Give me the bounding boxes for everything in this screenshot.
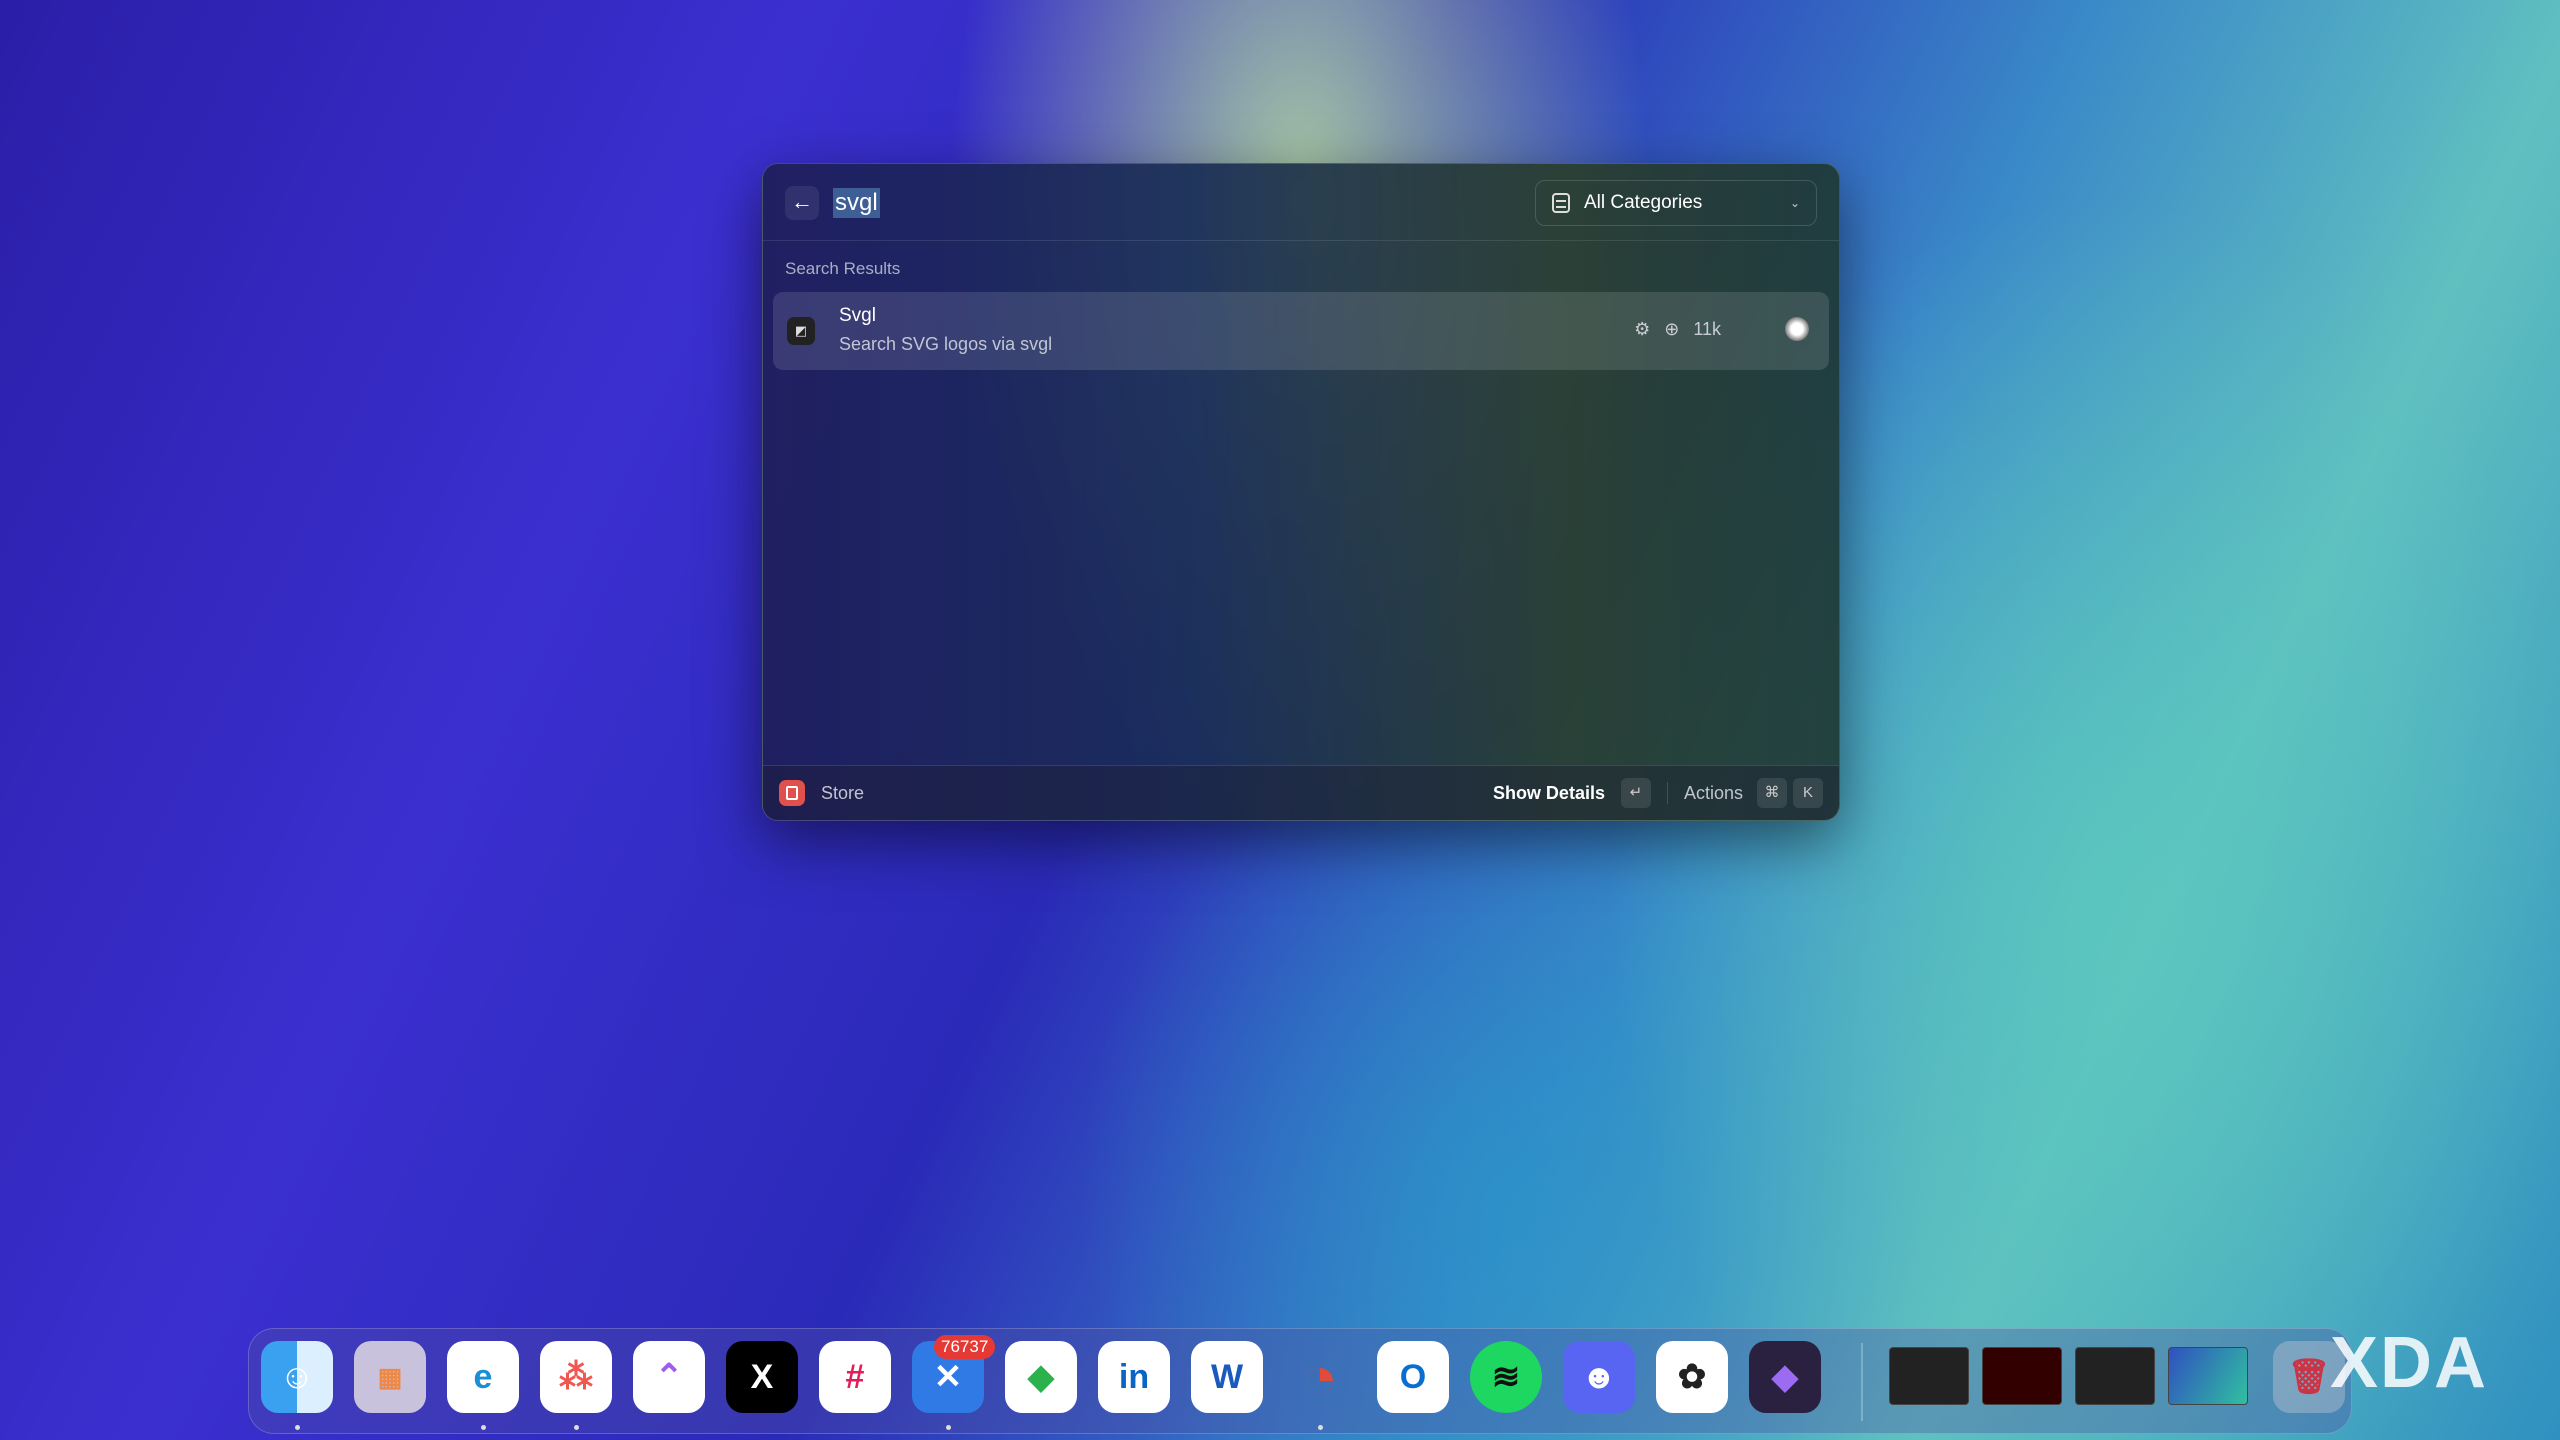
xda-watermark: XDA (2330, 1322, 2488, 1404)
cmd-key: ⌘ (1757, 778, 1787, 808)
store-search-window: ← svgl All Categories ⌄ Search Results ◩… (762, 163, 1840, 821)
footer-source: Store (821, 783, 864, 804)
dock-timing[interactable]: ◔ (1284, 1341, 1356, 1413)
dock-chatgpt[interactable]: ✿ (1656, 1341, 1728, 1413)
category-label: All Categories (1584, 192, 1702, 214)
back-button[interactable]: ← (785, 186, 819, 220)
dock-x[interactable]: X (726, 1341, 798, 1413)
footer-bar: Store Show Details ↵ Actions ⌘ K (763, 765, 1839, 820)
dock-finder[interactable]: ☺ (261, 1341, 333, 1413)
minimized-window[interactable] (2168, 1347, 2248, 1405)
minimized-window[interactable] (1889, 1347, 1969, 1405)
dock-word[interactable]: W (1191, 1341, 1263, 1413)
list-icon (1552, 193, 1570, 213)
notification-badge: 76737 (934, 1335, 995, 1359)
dock: ☺ ▦ e ⁂ ⌃ X # ✕76737 ◆ in W ◔ O ≋ ☻ ✿ ◆ … (248, 1328, 2352, 1434)
dock-linkedin[interactable]: in (1098, 1341, 1170, 1413)
dock-asana[interactable]: ⁂ (540, 1341, 612, 1413)
divider (1667, 782, 1668, 804)
enter-key: ↵ (1621, 778, 1651, 808)
category-dropdown[interactable]: All Categories ⌄ (1535, 180, 1817, 226)
search-input[interactable]: svgl (833, 188, 880, 218)
section-label: Search Results (785, 259, 900, 279)
minimized-window[interactable] (2075, 1347, 2155, 1405)
dock-spotify[interactable]: ≋ (1470, 1341, 1542, 1413)
k-key: K (1793, 778, 1823, 808)
chevron-down-icon: ⌄ (1790, 196, 1800, 210)
dock-launchpad[interactable]: ▦ (354, 1341, 426, 1413)
extension-icon: ◩ (787, 317, 815, 345)
dock-discord[interactable]: ☻ (1563, 1341, 1635, 1413)
download-icon: ⊕ (1664, 319, 1679, 340)
minimized-window[interactable] (1982, 1347, 2062, 1405)
running-indicator (574, 1425, 579, 1430)
author-avatar (1785, 317, 1809, 341)
dock-divider (1861, 1343, 1863, 1421)
item-subtitle: Search SVG logos via svgl (839, 334, 1052, 355)
item-title: Svgl (839, 305, 876, 327)
dock-slack[interactable]: # (819, 1341, 891, 1413)
dock-outlook[interactable]: O (1377, 1341, 1449, 1413)
show-details-button[interactable]: Show Details (1493, 783, 1605, 804)
actions-button[interactable]: Actions (1684, 783, 1743, 804)
dock-tasks[interactable]: ✕76737 (912, 1341, 984, 1413)
running-indicator (295, 1425, 300, 1430)
running-indicator (946, 1425, 951, 1430)
cpu-icon: ⚙ (1634, 319, 1650, 340)
dock-feedly[interactable]: ◆ (1005, 1341, 1077, 1413)
running-indicator (1318, 1425, 1323, 1430)
running-indicator (481, 1425, 486, 1430)
dock-clickup[interactable]: ⌃ (633, 1341, 705, 1413)
store-icon (779, 780, 805, 806)
list-item[interactable]: ◩ Svgl Search SVG logos via svgl ⚙ ⊕ 11k (773, 292, 1829, 370)
dock-obsidian[interactable]: ◆ (1749, 1341, 1821, 1413)
search-header: ← svgl All Categories ⌄ (763, 164, 1839, 241)
download-count: 11k (1693, 319, 1721, 340)
dock-edge[interactable]: e (447, 1341, 519, 1413)
